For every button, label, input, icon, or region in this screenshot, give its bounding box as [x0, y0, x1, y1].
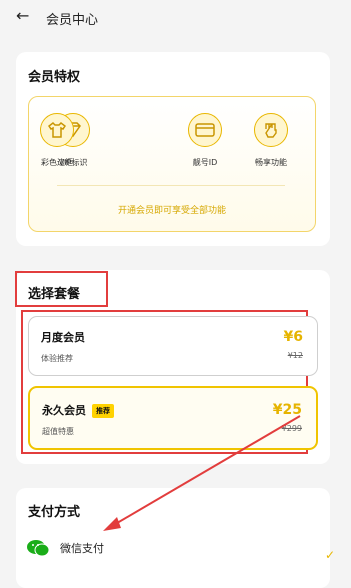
- annotation-arrow: [103, 415, 301, 531]
